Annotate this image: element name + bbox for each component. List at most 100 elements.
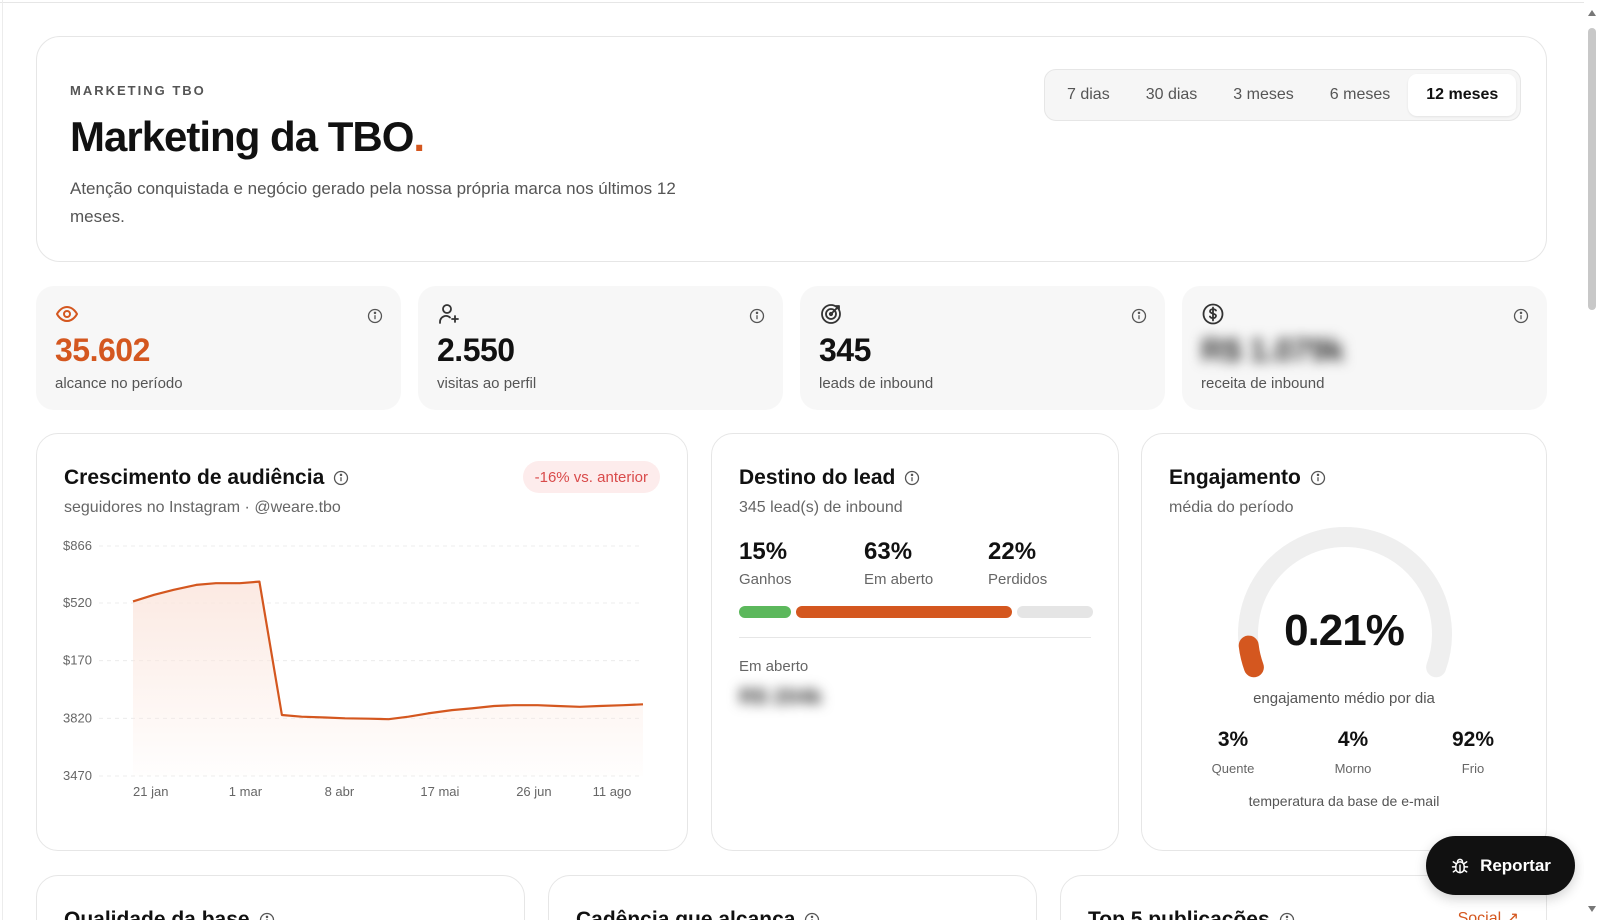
page-eyebrow: MARKETING TBO xyxy=(70,83,206,98)
window-left-border xyxy=(0,0,3,920)
info-icon[interactable] xyxy=(904,470,920,486)
dollar-icon xyxy=(1202,303,1224,325)
kpi-card-reach: 35.602 alcance no período xyxy=(36,286,401,410)
x-tick-label: 17 mai xyxy=(420,784,459,799)
lead-bar-segment xyxy=(1017,606,1093,618)
y-tick-label: $170 xyxy=(63,653,92,668)
x-tick-label: 8 abr xyxy=(325,784,355,799)
info-icon[interactable] xyxy=(259,912,275,920)
cadence-card: Cadência que alcança xyxy=(548,875,1037,920)
period-30-dias[interactable]: 30 dias xyxy=(1128,74,1216,116)
temp-warm: 4% Morno xyxy=(1303,728,1403,776)
user-plus-icon xyxy=(439,304,459,324)
lead-bar-segment xyxy=(795,606,1013,618)
engagement-caption: engajamento médio por dia xyxy=(1253,690,1435,707)
kpi-label: leads de inbound xyxy=(819,375,934,392)
lead-stat-won: 15% Ganhos xyxy=(739,538,792,588)
period-selector: 7 dias 30 dias 3 meses 6 meses 12 meses xyxy=(1044,69,1522,121)
audience-growth-card: Crescimento de audiência seguidores no I… xyxy=(36,433,688,851)
lead-stat-percent: 15% xyxy=(739,538,788,565)
temp-label: Frio xyxy=(1461,761,1485,776)
x-tick-label: 11 ago xyxy=(593,784,632,799)
header-card: MARKETING TBO Marketing da TBO. Atenção … xyxy=(36,36,1547,262)
divider xyxy=(739,637,1091,638)
period-12-meses[interactable]: 12 meses xyxy=(1408,74,1517,116)
page-title: Marketing da TBO. xyxy=(70,113,425,161)
eye-icon xyxy=(56,306,78,322)
title-accent-dot: . xyxy=(413,113,425,160)
kpi-label: visitas ao perfil xyxy=(437,375,537,392)
open-value-label: Em aberto xyxy=(739,658,809,675)
lead-stat-lost: 22% Perdidos xyxy=(988,538,1047,588)
page-subtitle: Atenção conquistada e negócio gerado pel… xyxy=(70,179,676,226)
kpi-card-leads: 345 leads de inbound xyxy=(800,286,1165,410)
info-icon[interactable] xyxy=(804,912,820,920)
lead-destination-card: Destino do lead 345 lead(s) de inbound 1… xyxy=(711,433,1119,851)
x-tick-label: 1 mar xyxy=(229,784,263,799)
scrollbar-thumb[interactable] xyxy=(1588,28,1596,310)
temp-percent: 92% xyxy=(1451,728,1495,751)
report-button[interactable]: Reportar xyxy=(1426,836,1575,895)
kpi-value: 345 xyxy=(819,332,871,368)
x-tick-label: 26 jun xyxy=(516,784,551,799)
lead-stat-percent: 63% xyxy=(864,538,913,565)
scrollbar[interactable] xyxy=(1584,0,1600,920)
kpi-value: 35.602 xyxy=(55,332,150,368)
kpi-card-profile-visits: 2.550 visitas ao perfil xyxy=(418,286,783,410)
window-top-border xyxy=(0,0,1600,3)
lead-stat-label: Em aberto xyxy=(864,571,934,588)
open-value-blurred: R$ 204k xyxy=(739,684,823,709)
scroll-down-arrow-icon[interactable] xyxy=(1587,904,1597,914)
y-tick-label: 3820 xyxy=(63,710,92,725)
chart-area-fill xyxy=(133,581,643,776)
temp-percent: 3% xyxy=(1217,728,1249,751)
bug-icon xyxy=(1451,858,1469,873)
lead-stat-open: 63% Em aberto xyxy=(864,538,933,588)
temp-label: Morno xyxy=(1334,761,1372,776)
x-tick-label: 21 jan xyxy=(133,784,168,799)
y-tick-label: $866 xyxy=(63,538,92,553)
target-icon xyxy=(821,304,841,324)
base-quality-title: Qualidade da base xyxy=(64,908,250,920)
scroll-up-arrow-icon[interactable] xyxy=(1587,8,1597,18)
engagement-value: 0.21% xyxy=(1284,606,1405,655)
card-title: Top 5 publicações xyxy=(1088,908,1295,920)
page-title-text: Marketing da TBO xyxy=(70,113,414,160)
temp-hot: 3% Quente xyxy=(1183,728,1283,776)
y-tick-label: $520 xyxy=(63,595,92,610)
kpi-label: receita de inbound xyxy=(1201,375,1325,392)
lead-stat-percent: 22% xyxy=(988,538,1037,565)
period-7-dias[interactable]: 7 dias xyxy=(1049,74,1128,116)
period-3-meses[interactable]: 3 meses xyxy=(1215,74,1311,116)
kpi-label: alcance no período xyxy=(55,375,183,392)
cadence-title: Cadência que alcança xyxy=(576,908,796,920)
info-icon[interactable] xyxy=(367,308,383,324)
card-title: Destino do lead xyxy=(739,466,920,490)
card-title: Cadência que alcança xyxy=(576,908,820,920)
base-quality-card: Qualidade da base xyxy=(36,875,525,920)
lead-bar-segment xyxy=(739,606,791,618)
lead-subtitle: 345 lead(s) de inbound xyxy=(739,499,903,516)
kpi-value: 2.550 xyxy=(437,332,515,368)
info-icon[interactable] xyxy=(1513,308,1529,324)
card-title: Qualidade da base xyxy=(64,908,275,920)
temp-label: Quente xyxy=(1211,761,1255,776)
temperature-caption: temperatura da base de e-mail xyxy=(1248,793,1440,809)
audience-line-chart: $866 $520 $170 3820 3470 21 jan 1 mar 8 abr 17 m… xyxy=(63,538,644,799)
info-icon[interactable] xyxy=(749,308,765,324)
lead-stat-label: Ganhos xyxy=(739,571,792,588)
engagement-card: Engajamento média do período 0.21% engaj… xyxy=(1141,433,1547,851)
temp-cold: 92% Frio xyxy=(1423,728,1523,776)
social-link[interactable]: Social ↗ xyxy=(1458,908,1519,920)
info-icon[interactable] xyxy=(1131,308,1147,324)
lead-stat-label: Perdidos xyxy=(988,571,1048,588)
lead-title: Destino do lead xyxy=(739,466,896,489)
temp-percent: 4% xyxy=(1337,728,1369,751)
period-6-meses[interactable]: 6 meses xyxy=(1312,74,1408,116)
kpi-value-blurred: R$ 1.079k xyxy=(1201,332,1345,368)
report-button-label: Reportar xyxy=(1480,855,1551,875)
top-posts-title: Top 5 publicações xyxy=(1088,908,1270,920)
kpi-card-revenue: R$ 1.079k receita de inbound xyxy=(1182,286,1547,410)
y-tick-label: 3470 xyxy=(63,768,92,783)
info-icon[interactable] xyxy=(1279,912,1295,920)
